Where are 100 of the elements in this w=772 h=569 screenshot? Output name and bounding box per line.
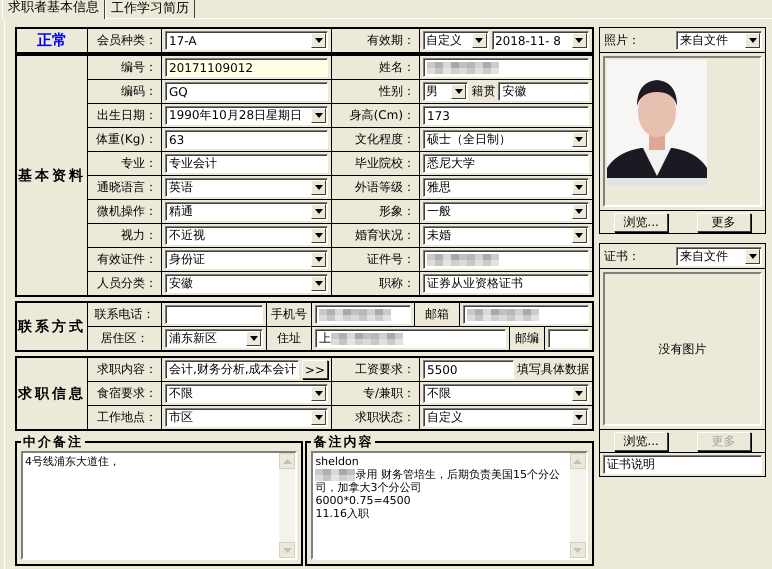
text-field[interactable] — [548, 329, 589, 348]
dropdown[interactable]: 浦东新区 — [165, 329, 263, 348]
dropdown[interactable]: 未婚 — [423, 226, 589, 245]
dropdown-button[interactable] — [311, 204, 326, 219]
text-field[interactable]: GQ — [165, 82, 328, 101]
dropdown-button[interactable] — [572, 33, 587, 48]
dropdown[interactable]: 不近视 — [165, 226, 328, 245]
status-text: 正常 — [37, 31, 67, 50]
dropdown[interactable]: 1990年10月28日星期日 — [165, 106, 328, 125]
dropdown[interactable]: 2018-11- 8 — [492, 31, 589, 50]
field-label: 文化程度： — [332, 128, 420, 151]
panel-button[interactable]: 更多 — [696, 212, 751, 232]
dropdown[interactable]: 自定义 — [423, 408, 589, 427]
text-field[interactable]: 20171109012 — [165, 58, 328, 77]
dropdown-button[interactable] — [572, 180, 587, 195]
dropdown[interactable]: 安徽 — [165, 274, 328, 293]
text-field[interactable]: 5500 — [423, 360, 514, 379]
group-title: 备注内容 — [312, 434, 374, 451]
dropdown-button[interactable] — [745, 32, 760, 48]
text-field[interactable]: 173 — [423, 106, 589, 125]
scrollbar[interactable] — [570, 453, 586, 558]
dropdown-button[interactable] — [311, 180, 326, 195]
text-field[interactable]: 证书说明 — [602, 455, 762, 474]
text-field[interactable]: 63 — [165, 130, 328, 149]
dropdown-button[interactable] — [311, 33, 326, 48]
text-field[interactable] — [423, 58, 589, 77]
dropdown-button[interactable] — [311, 228, 326, 243]
dropdown-button[interactable] — [745, 248, 760, 264]
dropdown-button[interactable] — [246, 331, 261, 346]
panel-button[interactable]: 浏览... — [614, 432, 668, 450]
caret-icon — [314, 415, 322, 420]
dropdown-button[interactable] — [451, 84, 466, 99]
dropdown-button[interactable] — [311, 386, 326, 401]
dropdown[interactable]: 不限 — [165, 384, 328, 403]
text-field[interactable]: 会计,财务分析,成本会计 — [165, 360, 299, 379]
empty-message: 没有图片 — [658, 340, 706, 358]
field-label: 编码： — [88, 80, 162, 103]
dropdown[interactable]: 硕士（全日制） — [423, 130, 589, 149]
field-label: 专业： — [88, 152, 162, 175]
dropdown[interactable]: 身份证 — [165, 250, 328, 269]
scrollbar[interactable] — [279, 453, 296, 558]
tab[interactable]: 工作学习简历 — [105, 0, 195, 18]
more-button[interactable]: >> — [302, 360, 328, 379]
note-line: 6000*0.75=4500 — [315, 494, 411, 507]
dropdown-button[interactable] — [472, 33, 487, 48]
text-area[interactable]: sheldon 录用 财务管培生，后期负责美国15个分公 司，加拿大3个分公司 6000*0.75=4500 11.16入职 — [311, 451, 588, 560]
dropdown-button[interactable] — [572, 132, 587, 147]
text-field[interactable] — [463, 305, 589, 324]
dropdown-button[interactable] — [311, 252, 326, 267]
blurred-text-drawing — [427, 254, 499, 266]
up-arrow-icon — [282, 458, 292, 464]
dropdown[interactable]: 精通 — [165, 202, 328, 221]
panel-button[interactable]: 浏览... — [614, 212, 668, 232]
field-label: 会员种类： — [88, 29, 162, 52]
caret-icon — [314, 281, 322, 286]
caret-icon — [575, 185, 584, 190]
text-field[interactable]: 安徽 — [498, 82, 589, 101]
dropdown-button[interactable] — [572, 204, 587, 219]
text-field[interactable] — [423, 250, 589, 269]
text-field[interactable]: 专业会计 — [165, 154, 328, 173]
field-label: 毕业院校： — [332, 152, 420, 175]
caret-icon — [314, 38, 322, 43]
field-label: 体重(Kg)： — [88, 128, 162, 151]
dropdown-button[interactable] — [572, 228, 587, 243]
dropdown-button[interactable] — [311, 410, 326, 425]
field-label: 有效证件： — [88, 248, 162, 271]
text-field[interactable]: 悉尼大学 — [423, 154, 589, 173]
dropdown[interactable]: 英语 — [165, 178, 328, 197]
note-line: 录用 财务管培生，后期负责美国15个分公 — [355, 468, 560, 481]
dropdown[interactable]: 来自文件 — [676, 246, 762, 266]
section-title: 基本资料 — [18, 166, 86, 184]
dropdown[interactable]: 不限 — [423, 384, 589, 403]
note-line: sheldon — [315, 455, 359, 468]
text-field[interactable]: 证券从业资格证书 — [423, 274, 589, 293]
dropdown[interactable]: 17-A — [165, 31, 328, 50]
dropdown[interactable]: 雅思 — [423, 178, 589, 197]
dropdown-button[interactable] — [311, 108, 326, 123]
dropdown-button[interactable] — [572, 386, 587, 401]
dropdown[interactable]: 自定义 — [423, 31, 489, 50]
tab[interactable]: 求职者基本信息 — [2, 0, 105, 19]
text-field[interactable] — [315, 305, 411, 324]
caret-icon — [314, 209, 322, 214]
dropdown-button[interactable] — [572, 410, 587, 425]
text-field[interactable]: 上 — [315, 329, 506, 348]
text-field[interactable] — [165, 305, 263, 324]
caret-icon — [575, 209, 584, 214]
field-label: 工资要求： — [332, 358, 420, 381]
dropdown-button[interactable] — [311, 276, 326, 291]
dropdown[interactable]: 男 — [423, 82, 468, 101]
blurred-text-drawing — [319, 308, 391, 320]
field-label: 居住区： — [88, 327, 162, 350]
dropdown[interactable]: 一般 — [423, 202, 589, 221]
caret-icon — [748, 38, 756, 42]
blurred-text-drawing — [427, 62, 499, 74]
field-label: 姓名： — [332, 56, 420, 79]
dropdown[interactable]: 市区 — [165, 408, 328, 427]
dropdown[interactable]: 来自文件 — [676, 30, 762, 50]
note-line: 4号线浦东大道住， — [25, 455, 120, 468]
text-area[interactable]: 4号线浦东大道住， — [21, 451, 298, 560]
field-label: 专/兼职： — [332, 382, 420, 405]
